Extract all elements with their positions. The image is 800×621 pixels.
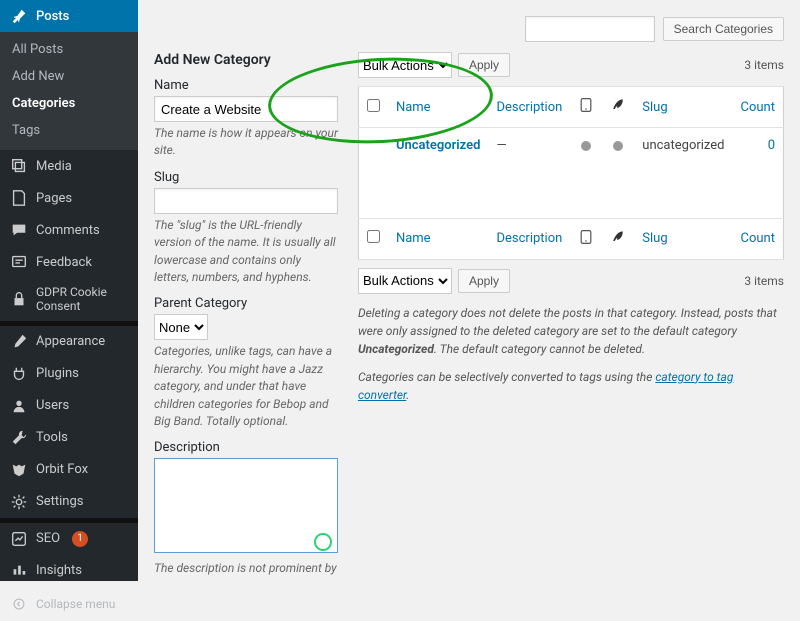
row-desc: —: [496, 138, 506, 153]
delete-note: Deleting a category does not delete the …: [358, 304, 784, 358]
sidebar-item-feedback[interactable]: Feedback: [0, 246, 138, 278]
name-label: Name: [154, 78, 338, 93]
sidebar-item-media[interactable]: Media: [0, 150, 138, 182]
sidebar-item-plugins[interactable]: Plugins: [0, 358, 138, 390]
parent-label: Parent Category: [154, 296, 338, 311]
seo-icon: [10, 530, 28, 548]
sidebar-sub-categories[interactable]: Categories: [0, 90, 138, 117]
collapse-menu[interactable]: Collapse menu: [0, 587, 138, 621]
apply-button-top[interactable]: Apply: [458, 53, 510, 77]
comments-icon: [10, 221, 28, 239]
parent-select[interactable]: None: [154, 314, 208, 340]
sidebar-item-posts[interactable]: Posts: [0, 0, 138, 32]
col-count-foot[interactable]: Count: [741, 231, 775, 246]
collapse-icon: [10, 595, 28, 613]
desc-help: The description is not prominent by defa…: [154, 560, 338, 581]
status-dot-2: [613, 141, 623, 151]
search-input[interactable]: [525, 16, 655, 42]
sidebar-sub-add-new[interactable]: Add New: [0, 63, 138, 90]
feather-icon-foot: [610, 234, 626, 249]
row-slug: uncategorized: [642, 138, 724, 153]
responsive-toggle-icon: [578, 102, 594, 117]
sidebar-item-settings[interactable]: Settings: [0, 486, 138, 518]
bulk-actions-select-top[interactable]: Bulk Actions: [358, 52, 452, 78]
slug-input[interactable]: [154, 188, 338, 214]
sidebar-sub-all-posts[interactable]: All Posts: [0, 36, 138, 63]
convert-note: Categories can be selectively converted …: [358, 368, 784, 404]
col-desc[interactable]: Description: [496, 100, 562, 115]
items-count-top: 3 items: [744, 58, 784, 72]
insights-icon: [10, 562, 28, 580]
slug-help: The "slug" is the URL-friendly version o…: [154, 217, 338, 287]
slug-label: Slug: [154, 170, 338, 185]
row-count[interactable]: 0: [768, 138, 775, 153]
status-dot: [581, 141, 591, 151]
form-heading: Add New Category: [154, 52, 338, 68]
sidebar-item-appearance[interactable]: Appearance: [0, 326, 138, 358]
col-slug-foot[interactable]: Slug: [642, 231, 667, 246]
categories-table: Name Description Slug Count Uncategorize…: [358, 86, 784, 260]
select-all-bottom[interactable]: [367, 230, 380, 243]
col-desc-foot[interactable]: Description: [496, 231, 562, 246]
sidebar-item-users[interactable]: Users: [0, 390, 138, 422]
media-icon: [10, 157, 28, 175]
parent-help: Categories, unlike tags, can have a hier…: [154, 343, 338, 430]
sidebar-item-tools[interactable]: Tools: [0, 422, 138, 454]
sidebar-item-pages[interactable]: Pages: [0, 182, 138, 214]
pin-icon: [10, 7, 28, 25]
feedback-icon: [10, 253, 28, 271]
items-count-bottom: 3 items: [744, 274, 784, 288]
description-textarea[interactable]: [154, 458, 338, 553]
sidebar-item-insights[interactable]: Insights: [0, 555, 138, 587]
pages-icon: [10, 189, 28, 207]
bulk-actions-select-bottom[interactable]: Bulk Actions: [358, 268, 452, 294]
sidebar-sub-tags[interactable]: Tags: [0, 117, 138, 144]
row-name-link[interactable]: Uncategorized: [396, 138, 481, 153]
plug-icon: [10, 365, 28, 383]
users-icon: [10, 397, 28, 415]
lock-icon: [10, 290, 28, 308]
col-slug[interactable]: Slug: [642, 100, 667, 115]
gear-icon: [10, 493, 28, 511]
table-row: Uncategorized — uncategorized 0: [358, 128, 783, 164]
name-input[interactable]: [154, 96, 338, 122]
responsive-toggle-icon-foot: [578, 234, 594, 249]
sidebar-item-seo[interactable]: SEO1: [0, 523, 138, 555]
apply-button-bottom[interactable]: Apply: [458, 269, 510, 293]
select-all-top[interactable]: [367, 99, 380, 112]
wrench-icon: [10, 429, 28, 447]
col-name-foot[interactable]: Name: [396, 231, 431, 246]
sidebar-item-gdpr[interactable]: GDPR Cookie Consent: [0, 278, 138, 321]
col-name[interactable]: Name: [396, 100, 431, 115]
fox-icon: [10, 461, 28, 479]
seo-badge: 1: [72, 531, 88, 547]
sidebar-posts-label: Posts: [36, 9, 69, 24]
sidebar-item-orbit-fox[interactable]: Orbit Fox: [0, 454, 138, 486]
name-help: The name is how it appears on your site.: [154, 125, 338, 160]
sidebar-item-comments[interactable]: Comments: [0, 214, 138, 246]
desc-label: Description: [154, 440, 338, 455]
col-count[interactable]: Count: [741, 100, 775, 115]
feather-icon: [610, 102, 626, 117]
search-categories-button[interactable]: Search Categories: [663, 17, 784, 41]
brush-icon: [10, 333, 28, 351]
